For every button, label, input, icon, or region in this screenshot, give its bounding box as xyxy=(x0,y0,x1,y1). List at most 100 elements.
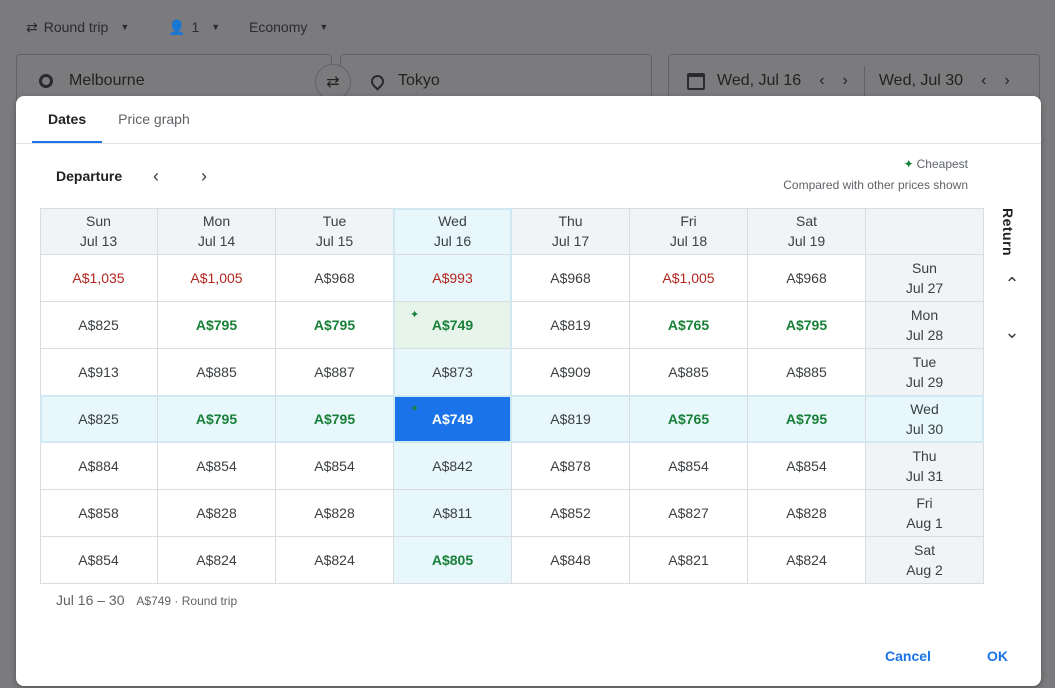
column-date: Jul 14 xyxy=(197,233,236,249)
price-cell[interactable]: A$828 xyxy=(748,490,866,537)
price-cell[interactable]: A$873 xyxy=(394,349,512,396)
price-cell[interactable]: A$819 xyxy=(512,302,630,349)
price-cell[interactable]: ✦ A$749 xyxy=(394,302,512,349)
price-value: A$854 xyxy=(786,458,827,474)
price-cell[interactable]: A$968 xyxy=(748,255,866,302)
tab-bar: Dates Price graph xyxy=(32,96,206,144)
price-value: A$968 xyxy=(314,270,355,286)
return-row-header[interactable]: Sat Aug 2 xyxy=(866,537,984,584)
price-cell[interactable]: A$819 xyxy=(512,396,630,443)
row-day: Tue xyxy=(912,354,937,370)
passengers-select[interactable]: 👤 1 ▼ xyxy=(168,16,220,38)
price-cell[interactable]: A$795 xyxy=(276,302,394,349)
price-cell[interactable]: A$795 xyxy=(158,302,276,349)
return-row-header[interactable]: Wed Jul 30 xyxy=(866,396,984,443)
price-cell[interactable]: A$795 xyxy=(748,302,866,349)
price-cell[interactable]: A$842 xyxy=(394,443,512,490)
price-grid: Sun Jul 13 Mon Jul 14 Tue Jul 15 Wed Jul 16 Thu J… xyxy=(40,208,984,584)
price-value: A$852 xyxy=(550,505,591,521)
price-cell[interactable]: A$824 xyxy=(276,537,394,584)
price-cell[interactable]: A$884 xyxy=(40,443,158,490)
chevron-left-icon[interactable]: ‹ xyxy=(981,72,986,90)
price-cell[interactable]: A$854 xyxy=(748,443,866,490)
price-cell[interactable]: A$854 xyxy=(158,443,276,490)
departure-column-header[interactable]: Sun Jul 13 xyxy=(40,208,158,255)
departure-column-header[interactable]: Sat Jul 19 xyxy=(748,208,866,255)
price-value: A$993 xyxy=(432,270,473,286)
departure-next-button[interactable]: › xyxy=(190,162,218,190)
return-row-header[interactable]: Sun Jul 27 xyxy=(866,255,984,302)
price-cell[interactable]: A$852 xyxy=(512,490,630,537)
cancel-button[interactable]: Cancel xyxy=(885,648,931,664)
departure-column-header[interactable]: Tue Jul 15 xyxy=(276,208,394,255)
price-cell[interactable]: A$885 xyxy=(630,349,748,396)
tab-price-graph[interactable]: Price graph xyxy=(102,96,206,144)
price-value: A$825 xyxy=(78,411,119,427)
price-cell[interactable]: A$795 xyxy=(276,396,394,443)
price-cell[interactable]: A$878 xyxy=(512,443,630,490)
return-row-header[interactable]: Thu Jul 31 xyxy=(866,443,984,490)
price-cell[interactable]: A$824 xyxy=(158,537,276,584)
chevron-right-icon[interactable]: › xyxy=(843,72,848,90)
price-cell[interactable]: A$854 xyxy=(276,443,394,490)
price-cell[interactable]: A$1,005 xyxy=(158,255,276,302)
price-cell[interactable]: A$821 xyxy=(630,537,748,584)
price-cell[interactable]: A$795 xyxy=(158,396,276,443)
departure-column-header[interactable]: Wed Jul 16 xyxy=(394,208,512,255)
column-date: Jul 17 xyxy=(551,233,590,249)
price-cell[interactable]: A$854 xyxy=(630,443,748,490)
price-cell[interactable]: A$825 xyxy=(40,302,158,349)
price-cell[interactable]: A$909 xyxy=(512,349,630,396)
price-cell[interactable]: A$1,035 xyxy=(40,255,158,302)
price-cell[interactable]: A$765 xyxy=(630,396,748,443)
price-cell[interactable]: A$887 xyxy=(276,349,394,396)
return-row-header[interactable]: Fri Aug 1 xyxy=(866,490,984,537)
calendar-icon xyxy=(687,72,705,90)
column-day: Tue xyxy=(322,213,347,229)
price-value: A$873 xyxy=(432,364,473,380)
return-prev-button[interactable]: ⌃ xyxy=(998,270,1026,298)
price-cell[interactable]: A$828 xyxy=(276,490,394,537)
price-cell[interactable]: A$824 xyxy=(748,537,866,584)
chevron-left-icon: ‹ xyxy=(153,165,159,186)
tab-dates[interactable]: Dates xyxy=(32,96,103,144)
trip-type-select[interactable]: ⇄ Round trip ▼ xyxy=(26,16,129,38)
return-next-button[interactable]: ⌄ xyxy=(998,318,1026,346)
cabin-select[interactable]: Economy ▼ xyxy=(249,16,328,38)
price-cell[interactable]: A$827 xyxy=(630,490,748,537)
return-row-header[interactable]: Tue Jul 29 xyxy=(866,349,984,396)
return-row-header[interactable]: Mon Jul 28 xyxy=(866,302,984,349)
date-grid-dialog: Dates Price graph Departure ‹ › ✦ Cheapes… xyxy=(16,96,1041,686)
price-value: A$827 xyxy=(668,505,709,521)
price-cell[interactable]: A$848 xyxy=(512,537,630,584)
price-value: A$848 xyxy=(550,552,591,568)
departure-column-header[interactable]: Fri Jul 18 xyxy=(630,208,748,255)
price-cell[interactable]: A$968 xyxy=(512,255,630,302)
price-cell[interactable]: A$885 xyxy=(158,349,276,396)
chevron-right-icon[interactable]: › xyxy=(1004,72,1009,90)
price-cell[interactable]: A$828 xyxy=(158,490,276,537)
chevron-left-icon[interactable]: ‹ xyxy=(819,72,824,90)
person-icon: 👤 xyxy=(168,18,186,35)
departure-prev-button[interactable]: ‹ xyxy=(142,162,170,190)
price-cell[interactable]: ✦ A$749 xyxy=(394,396,512,443)
row-day: Sat xyxy=(913,542,935,558)
price-cell[interactable]: A$913 xyxy=(40,349,158,396)
price-cell[interactable]: A$885 xyxy=(748,349,866,396)
price-cell[interactable]: A$825 xyxy=(40,396,158,443)
ok-button[interactable]: OK xyxy=(987,648,1008,664)
price-cell[interactable]: A$858 xyxy=(40,490,158,537)
price-cell[interactable]: A$765 xyxy=(630,302,748,349)
departure-column-header[interactable]: Mon Jul 14 xyxy=(158,208,276,255)
price-cell[interactable]: A$993 xyxy=(394,255,512,302)
price-cell[interactable]: A$811 xyxy=(394,490,512,537)
return-label: Return xyxy=(1000,208,1016,257)
swap-locations-button[interactable]: ⇄ xyxy=(315,64,351,100)
price-cell[interactable]: A$795 xyxy=(748,396,866,443)
price-cell[interactable]: A$968 xyxy=(276,255,394,302)
price-cell[interactable]: A$805 xyxy=(394,537,512,584)
departure-column-header[interactable]: Thu Jul 17 xyxy=(512,208,630,255)
sparkle-icon: ✦ xyxy=(903,157,914,171)
price-cell[interactable]: A$854 xyxy=(40,537,158,584)
price-cell[interactable]: A$1,005 xyxy=(630,255,748,302)
